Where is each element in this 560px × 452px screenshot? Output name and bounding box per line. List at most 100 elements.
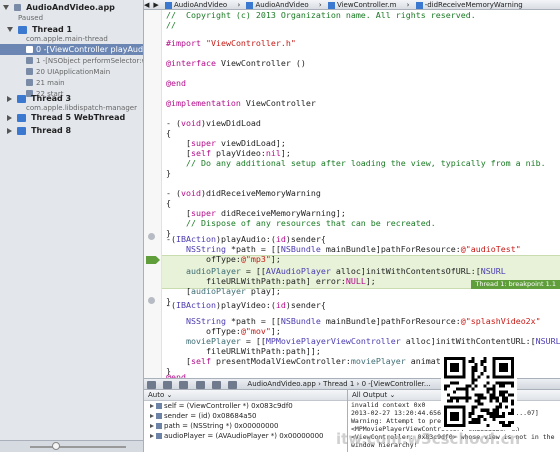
forward-icon[interactable]: ▶ (153, 1, 158, 9)
code-line: [super didReceiveMemoryWarning]; (166, 208, 346, 218)
code-line: - (void)didReceiveMemoryWarning (166, 188, 321, 198)
frame-icon (26, 68, 33, 75)
stack-frame[interactable]: 1 -[NSObject performSelector:wit... (0, 55, 143, 66)
code-line: [self presentModalViewController:moviePl… (166, 356, 476, 366)
folder-icon (246, 1, 254, 9)
code-line: -(IBAction)playVideo:(id)sender{ (166, 300, 326, 310)
location-icon[interactable] (228, 381, 238, 389)
code-line: // (166, 20, 176, 30)
disclosure-icon[interactable] (150, 424, 154, 428)
navigator-filter-bar (0, 440, 143, 452)
code-line: { (166, 198, 171, 208)
code-line: NSString *path = [[NSBundle mainBundle]p… (185, 316, 541, 326)
jump-item[interactable]: ViewController.m (327, 1, 400, 9)
code-line: ofType:@"mp3"]; (166, 254, 281, 264)
status-label: Paused (18, 14, 44, 22)
code-line: [self playVideo:nil]; (166, 148, 291, 158)
code-line: // Do any additional setup after loading… (166, 158, 546, 168)
code-line: NSString *path = [[NSBundle mainBundle]p… (185, 244, 521, 254)
method-marker-icon (148, 297, 155, 304)
thread-name: Thread 5 WebThread (31, 113, 126, 122)
method-marker-icon (148, 233, 155, 240)
debug-crumb[interactable]: AudioAndVideo.app (247, 380, 315, 388)
variable-icon (156, 413, 162, 419)
variable-icon (156, 423, 162, 429)
file-icon (327, 1, 335, 9)
zoom-slider[interactable] (30, 446, 126, 448)
chevron-down-icon: ⌄ (166, 391, 173, 399)
stack-frame[interactable]: 20 UIApplicationMain (0, 66, 143, 77)
app-icon (13, 4, 21, 11)
chevron-right-icon: › (406, 1, 410, 9)
disclosure-icon[interactable] (7, 127, 12, 134)
project-name: AudioAndVideo.app (26, 3, 115, 12)
code-line: @end (166, 78, 186, 88)
stack-frame[interactable]: 21 main (0, 77, 143, 88)
code-line: - (void)viewDidLoad (166, 118, 261, 128)
code-line: // Copyright (c) 2013 Organization name.… (166, 10, 476, 20)
chevron-right-icon: › (237, 1, 241, 9)
variables-scope-select[interactable]: Auto ⌄ (144, 390, 347, 401)
disclosure-icon[interactable] (150, 404, 154, 408)
thread-row[interactable]: Thread 5 WebThread (0, 112, 143, 123)
jump-item[interactable]: AudioAndVideo (246, 1, 312, 9)
code-line: ofType:@"mov"]; (166, 326, 281, 336)
disclosure-icon[interactable] (7, 27, 13, 32)
debug-crumb[interactable]: 0 -[ViewController... (362, 380, 431, 388)
code-editor[interactable]: // Copyright (c) 2013 Organization name.… (144, 10, 560, 378)
code-line: #import "ViewController.h" (166, 38, 296, 48)
variable-icon (156, 403, 162, 409)
thread-row[interactable]: Thread 8 (0, 125, 143, 136)
frame-icon (26, 79, 33, 86)
code-line: fileURLWithPath:path]]; (166, 346, 321, 356)
thread-icon (16, 126, 26, 135)
variable-icon (156, 433, 162, 439)
code-line: [super viewDidLoad]; (166, 138, 286, 148)
frame-icon (26, 46, 33, 53)
jump-item[interactable]: AudioAndVideo (165, 1, 231, 9)
jump-bar: ◀ ▶ AudioAndVideo › AudioAndVideo › ViewC… (144, 0, 560, 10)
code-line: fileURLWithPath:path] error:NULL]; (166, 276, 376, 286)
code-line: [audioPlayer play]; (166, 286, 281, 296)
chevron-down-icon: ⌄ (389, 391, 396, 399)
disclosure-icon[interactable] (150, 414, 154, 418)
hide-debug-icon[interactable] (147, 381, 156, 389)
variable-row[interactable]: sender = (id) 0x08684a50 (144, 411, 347, 421)
project-icon (165, 1, 173, 9)
disclosure-icon[interactable] (7, 114, 12, 121)
disclosure-icon[interactable] (7, 95, 12, 102)
continue-icon[interactable] (163, 381, 173, 389)
gutter[interactable] (144, 10, 162, 378)
zoom-slider-knob[interactable] (52, 442, 60, 450)
chevron-right-icon: › (318, 1, 322, 9)
thread-sub: com.apple.main-thread (26, 35, 108, 43)
code-line: audioPlayer = [[AVAudioPlayer alloc]init… (185, 266, 506, 276)
thread-name: Thread 8 (31, 126, 72, 135)
debug-navigator: AudioAndVideo.app Paused Thread 1 com.ap… (0, 0, 144, 452)
debug-crumb[interactable]: Thread 1 (323, 380, 354, 388)
variable-row[interactable]: self = (ViewController *) 0x083c9df0 (144, 401, 347, 411)
disclosure-icon[interactable] (3, 5, 9, 10)
breakpoint-label: Thread 1: breakpoint 1.1 (471, 280, 560, 289)
variable-row[interactable]: audioPlayer = (AVAudioPlayer *) 0x000000… (144, 431, 347, 441)
method-icon (415, 1, 423, 9)
step-into-icon[interactable] (195, 381, 205, 389)
code-line: @interface ViewController () (166, 58, 306, 68)
variables-view: Auto ⌄ self = (ViewController *) 0x083c9… (144, 390, 348, 452)
variable-row[interactable]: path = (NSString *) 0x00000000 (144, 421, 347, 431)
step-over-icon[interactable] (179, 381, 189, 389)
jump-item[interactable]: -didReceiveMemoryWarning (415, 1, 527, 9)
stack-frame-selected[interactable]: 0 -[ViewController playAudio:] (0, 44, 143, 55)
code-line: -(IBAction)playAudio:(id)sender{ (166, 234, 326, 244)
frame-icon (26, 57, 33, 64)
thread-icon (16, 113, 26, 122)
disclosure-icon[interactable] (150, 434, 154, 438)
back-icon[interactable]: ◀ (144, 1, 149, 9)
code-line: @implementation ViewController (166, 98, 316, 108)
code-line: // Dispose of any resources that can be … (166, 218, 436, 228)
step-out-icon[interactable] (211, 381, 221, 389)
code-line: { (166, 128, 171, 138)
watermark-text: itw.com.w3cschool.cn (336, 430, 521, 448)
code-line: moviePlayer = [[MPMoviePlayerViewControl… (185, 336, 560, 346)
code-line: } (166, 168, 171, 178)
